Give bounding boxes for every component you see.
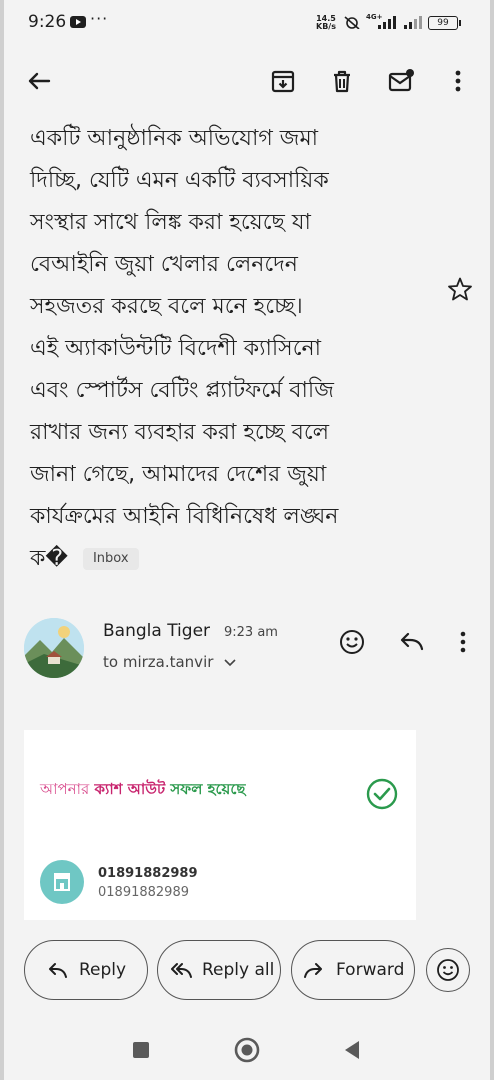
body-line: একটি আনুষ্ঠানিক অভিযোগ জমা <box>30 126 319 151</box>
cashout-status-text: আপনার ক্যাশ আউট সফল হয়েছে <box>40 778 246 803</box>
body-line: এই অ্যাকাউন্টটি বিদেশী ক্যাসিনো <box>30 336 322 361</box>
recents-icon[interactable] <box>131 1040 151 1060</box>
signal-strength-icon <box>378 16 396 29</box>
reply-arrow-icon <box>49 963 67 978</box>
network-speed: 14.5 KB/s <box>316 15 336 31</box>
trash-icon[interactable] <box>327 66 357 96</box>
email-screen: 9:26 ··· 14.5 KB/s 4G+ 99 একটি আনুষ্ঠানি… <box>0 0 494 1080</box>
screen-edge-left <box>0 0 4 1080</box>
recipient-details-toggle[interactable]: to mirza.tanvir <box>103 653 236 671</box>
transaction-card: আপনার ক্যাশ আউট সফল হয়েছে 01891882989 0… <box>24 730 416 920</box>
merchant-number-primary: 01891882989 <box>98 866 198 881</box>
body-line: কার্যক্রমের আইনি বিধিনিষেধ লঙ্ঘন <box>30 504 339 529</box>
cashout-text-part3: সফল হয়েছে <box>170 780 246 798</box>
battery-icon: 99 <box>428 16 461 30</box>
back-arrow-icon[interactable] <box>24 66 54 96</box>
cashout-text-part1: আপনার <box>40 780 90 798</box>
screen-edge-right <box>490 0 494 1080</box>
more-notifications-indicator: ··· <box>90 9 109 28</box>
speed-unit: KB/s <box>316 22 336 31</box>
home-icon[interactable] <box>233 1036 261 1064</box>
status-time: 9:26 <box>28 12 67 32</box>
body-line: রাখার জন্য ব্যবহার করা হচ্ছে বলে <box>30 420 330 445</box>
archive-icon[interactable] <box>268 66 298 96</box>
sender-name: Bangla Tiger <box>103 621 211 641</box>
email-toolbar <box>0 56 494 108</box>
body-last-text: ক� <box>30 546 68 571</box>
reply-all-icon <box>171 963 192 978</box>
back-nav-icon[interactable] <box>342 1039 362 1061</box>
recipient-text: to mirza.tanvir <box>103 653 214 671</box>
body-line: দিচ্ছি, যেটি এমন একটি ব্যবসায়িক <box>30 168 329 193</box>
reply-all-button[interactable]: Reply all <box>157 940 281 1000</box>
reply-button[interactable]: Reply <box>24 940 148 1000</box>
body-line: সংস্থার সাথে লিঙ্ক করা হয়েছে যা <box>30 210 311 235</box>
sender-time: 9:23 am <box>224 625 278 640</box>
inbox-label-badge[interactable]: Inbox <box>82 548 139 570</box>
alarm-off-icon <box>344 16 360 29</box>
forward-button[interactable]: Forward <box>291 940 415 1000</box>
forward-button-label: Forward <box>336 960 405 980</box>
reply-icon[interactable] <box>398 628 426 656</box>
merchant-store-icon <box>40 860 84 904</box>
email-body: একটি আনুষ্ঠানিক অভিযোগ জমা দিচ্ছি, যেটি … <box>30 118 434 580</box>
body-line: সহজতর করছে বলে মনে হচ্ছে। <box>30 294 303 319</box>
emoji-icon <box>437 959 459 981</box>
reply-all-button-label: Reply all <box>202 960 275 980</box>
cashout-text-part2: ক্যাশ আউট <box>94 780 166 798</box>
merchant-number-secondary: 01891882989 <box>98 885 189 900</box>
body-line: জানা গেছে, আমাদের দেশের জুয়া <box>30 462 327 487</box>
chevron-down-icon <box>224 659 236 667</box>
forward-arrow-icon <box>304 963 322 978</box>
star-icon[interactable] <box>447 276 473 302</box>
body-line: বেআইনি জুয়া খেলার লেনদেন <box>30 252 298 277</box>
avatar-landscape-image <box>24 618 84 678</box>
status-bar: 9:26 ··· 14.5 KB/s 4G+ 99 <box>0 0 494 46</box>
sender-avatar[interactable] <box>24 618 84 678</box>
add-emoji-reaction-icon[interactable] <box>338 628 366 656</box>
body-line: এবং স্পোর্টস বেটিং প্ল্যাটফর্মে বাজি <box>30 378 334 403</box>
system-nav-bar <box>0 1020 494 1080</box>
reply-button-label: Reply <box>79 960 127 980</box>
body-last-line: ক� Inbox <box>30 538 434 580</box>
signal-strength-2-icon <box>404 16 422 29</box>
more-vert-icon[interactable] <box>443 66 473 96</box>
youtube-notification-icon <box>70 16 86 28</box>
mark-unread-icon[interactable] <box>386 66 416 96</box>
emoji-reaction-button[interactable] <box>426 948 470 992</box>
message-more-icon[interactable] <box>449 628 477 656</box>
success-check-icon <box>366 778 398 810</box>
